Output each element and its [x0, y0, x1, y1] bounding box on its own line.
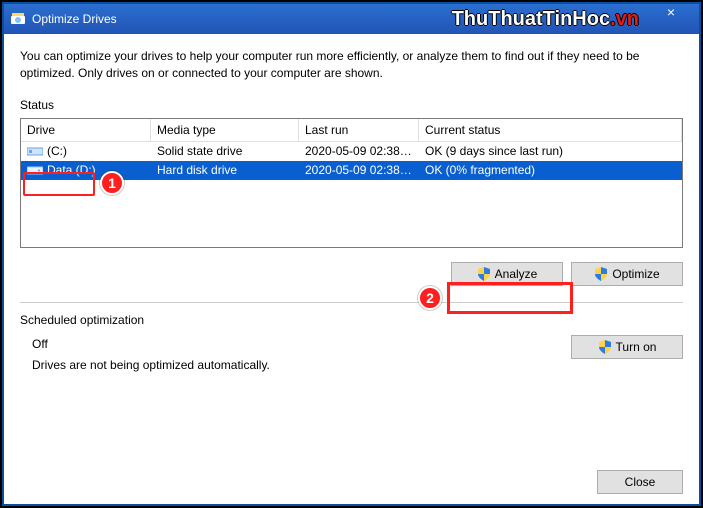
optimize-button[interactable]: Optimize [571, 262, 683, 286]
sched-state: Off [32, 335, 553, 354]
intro-text: You can optimize your drives to help you… [20, 48, 683, 82]
analyze-button[interactable]: Analyze [451, 262, 563, 286]
cell-media: Solid state drive [151, 143, 299, 159]
col-status[interactable]: Current status [419, 119, 682, 142]
list-header: Drive Media type Last run Current status [21, 119, 682, 142]
hdd-icon [27, 164, 43, 176]
col-drive[interactable]: Drive [21, 119, 151, 142]
uac-shield-icon [598, 340, 612, 354]
col-last[interactable]: Last run [299, 119, 419, 142]
col-media[interactable]: Media type [151, 119, 299, 142]
ssd-icon [27, 145, 43, 157]
cell-last: 2020-05-09 02:38 C... [299, 162, 419, 178]
close-button[interactable]: Close [597, 470, 683, 494]
annotation-callout-2: 2 [418, 286, 442, 310]
cell-media: Hard disk drive [151, 162, 299, 178]
sched-desc: Drives are not being optimized automatic… [32, 356, 553, 375]
uac-shield-icon [594, 267, 608, 281]
turn-on-button[interactable]: Turn on [571, 335, 683, 359]
footer: Close [597, 470, 683, 494]
action-buttons: Analyze Optimize [20, 262, 683, 286]
drive-name: Data (D:) [47, 163, 96, 177]
divider [20, 302, 683, 303]
watermark: ThuThuatTinHoc.vn [452, 8, 639, 31]
sched-label: Scheduled optimization [20, 313, 683, 327]
close-window-button[interactable]: × [649, 4, 693, 34]
uac-shield-icon [477, 267, 491, 281]
cell-last: 2020-05-09 02:38 C... [299, 143, 419, 159]
window-title: Optimize Drives [32, 12, 117, 26]
drive-name: (C:) [47, 144, 67, 158]
defrag-app-icon [10, 11, 26, 27]
cell-status: OK (0% fragmented) [419, 162, 682, 178]
cell-status: OK (9 days since last run) [419, 143, 682, 159]
status-label: Status [20, 98, 683, 112]
annotation-callout-1: 1 [100, 171, 124, 195]
table-row[interactable]: (C:) Solid state drive 2020-05-09 02:38 … [21, 142, 682, 161]
